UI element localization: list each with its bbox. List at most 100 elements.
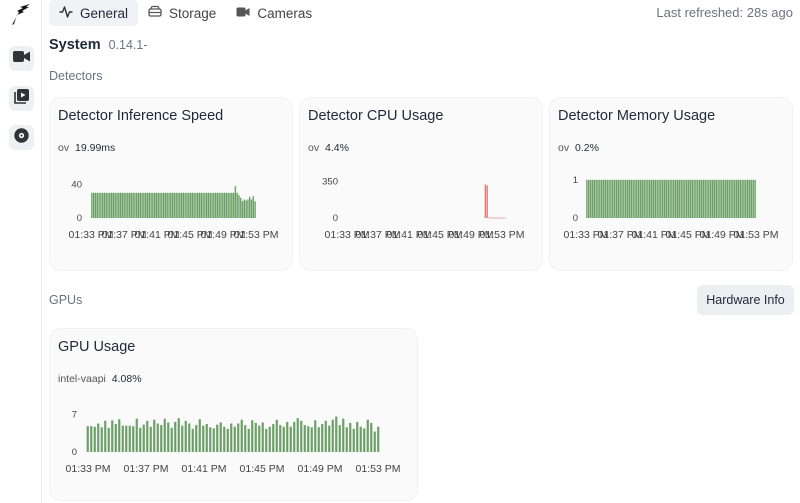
chart-bar bbox=[241, 201, 244, 218]
chart-bar bbox=[314, 420, 317, 452]
sidebar-export-button[interactable] bbox=[9, 125, 34, 150]
chart-bar bbox=[223, 426, 226, 452]
y-tick-label: 40 bbox=[71, 179, 82, 190]
frigate-logo-icon[interactable] bbox=[8, 2, 34, 28]
hardware-info-button[interactable]: Hardware Info bbox=[697, 285, 794, 315]
detector-name: ov bbox=[58, 142, 70, 154]
chart-bar bbox=[184, 420, 187, 452]
chart-bar bbox=[139, 427, 142, 452]
chart-bar bbox=[328, 425, 331, 452]
chart-bar bbox=[619, 179, 621, 218]
chart-bar bbox=[303, 425, 306, 453]
chart-bar bbox=[698, 179, 701, 218]
chart-bar bbox=[706, 179, 708, 218]
chart-bar bbox=[656, 179, 658, 218]
chart-bar bbox=[137, 192, 140, 218]
chart-bar bbox=[198, 419, 201, 452]
chart-bar bbox=[116, 192, 118, 218]
sidebar-review-button[interactable] bbox=[9, 86, 34, 111]
tab-cameras[interactable]: Cameras bbox=[226, 0, 322, 26]
chart-bar bbox=[484, 184, 487, 218]
chart-bar bbox=[141, 192, 143, 218]
chart-bar bbox=[695, 179, 697, 218]
y-tick-label: 0 bbox=[333, 213, 338, 224]
y-tick-label: 7 bbox=[72, 409, 77, 420]
chart-bar bbox=[649, 179, 651, 218]
chart-bar bbox=[216, 424, 219, 452]
chart-bar bbox=[112, 192, 115, 218]
y-tick-label: 0 bbox=[77, 213, 82, 224]
chart-bar bbox=[240, 197, 242, 218]
chart-bar bbox=[174, 421, 177, 452]
tab-storage[interactable]: Storage bbox=[138, 0, 226, 26]
chart-bar bbox=[177, 418, 180, 452]
chart-bar bbox=[145, 192, 147, 218]
chart-bar bbox=[491, 217, 494, 219]
video-icon bbox=[236, 5, 250, 22]
chart-bar bbox=[691, 179, 693, 218]
gpu-usage-metric: intel-vaapi 4.08% bbox=[58, 373, 142, 385]
chart-bar bbox=[251, 420, 254, 452]
chart-bar bbox=[599, 179, 601, 218]
chart-bar bbox=[121, 425, 124, 452]
chart-bar bbox=[232, 192, 235, 218]
chart-bar bbox=[150, 192, 152, 218]
chart-bar bbox=[636, 179, 638, 218]
chart-bar bbox=[615, 179, 618, 218]
chart-bar bbox=[100, 427, 103, 452]
chart-bar bbox=[345, 427, 348, 452]
chart-bar bbox=[667, 179, 669, 218]
chart-bar bbox=[229, 192, 231, 218]
chart-bar bbox=[161, 192, 163, 218]
chart-bar bbox=[669, 179, 671, 218]
gpu-usage-card: GPU Usage intel-vaapi 4.08% 0 7 01:33 PM 01… bbox=[49, 328, 418, 501]
chart-bar bbox=[623, 179, 625, 218]
chart-bar bbox=[286, 421, 289, 452]
chart-bar bbox=[617, 179, 620, 218]
chart-bar bbox=[191, 192, 194, 218]
chart-bar bbox=[110, 192, 113, 218]
chart-bar bbox=[226, 428, 229, 452]
tab-general[interactable]: General bbox=[49, 0, 139, 26]
chart-bar bbox=[722, 179, 725, 218]
chart-bar bbox=[700, 179, 703, 218]
chart-bar bbox=[118, 192, 120, 218]
chart-bar bbox=[612, 179, 614, 218]
chart-bar bbox=[162, 192, 165, 218]
chart-bar bbox=[702, 179, 705, 218]
chart-bar bbox=[366, 419, 369, 452]
chart-bar bbox=[719, 179, 721, 218]
chart-bar bbox=[626, 179, 629, 218]
sidebar-live-button[interactable] bbox=[9, 46, 34, 71]
chart-bar bbox=[724, 179, 727, 218]
chart-bar bbox=[159, 192, 161, 218]
cpu-usage-metric: ov 4.4% bbox=[308, 142, 349, 154]
gpus-section-label: GPUs bbox=[49, 293, 83, 307]
inference-speed-card: Detector Inference Speed ov 19.99ms 0 40 0… bbox=[49, 97, 293, 271]
chart-bar bbox=[750, 179, 753, 218]
chart-bar bbox=[342, 418, 345, 452]
version-label: 0.14.1- bbox=[108, 38, 148, 52]
chart-bar bbox=[204, 192, 206, 218]
x-tick-label: 01:53 PM bbox=[734, 229, 779, 241]
chart-bar bbox=[202, 425, 205, 452]
chart-bar bbox=[237, 423, 240, 452]
chart-bar bbox=[143, 192, 145, 218]
chart-bar bbox=[650, 179, 653, 218]
chart-bar bbox=[114, 192, 116, 218]
chart-bar bbox=[209, 192, 211, 218]
chart-bar bbox=[645, 179, 647, 218]
chart-bar bbox=[654, 179, 657, 218]
chart-bar bbox=[230, 423, 233, 452]
chart-bar bbox=[711, 179, 714, 218]
chart-bar bbox=[606, 179, 608, 218]
chart-bar bbox=[370, 422, 373, 452]
chart-bar bbox=[637, 179, 640, 218]
chart-bar bbox=[227, 192, 229, 218]
chart-bar bbox=[296, 418, 299, 452]
chart-bar bbox=[146, 420, 149, 452]
chart-bar bbox=[735, 179, 738, 218]
gpu-usage-value: 4.08% bbox=[111, 373, 142, 385]
chart-bar bbox=[317, 427, 320, 452]
chart-bar bbox=[233, 426, 236, 452]
